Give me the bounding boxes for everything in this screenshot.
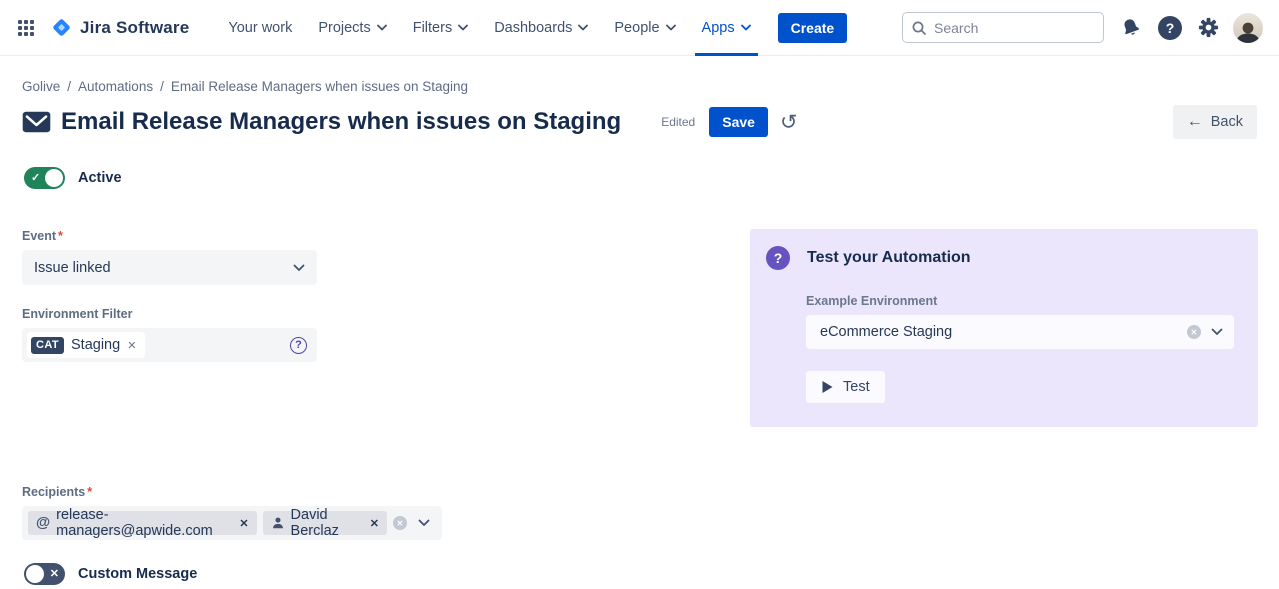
custom-message-row: ✕ Custom Message: [0, 563, 1279, 585]
content-row: Event* Issue linked Environment Filter C…: [0, 229, 1279, 427]
breadcrumb: Golive / Automations / Email Release Man…: [0, 79, 1279, 94]
remove-chip-icon[interactable]: ✕: [370, 517, 379, 530]
brand-name: Jira Software: [80, 18, 189, 38]
remove-chip-icon[interactable]: ✕: [239, 517, 248, 530]
at-icon: @: [36, 515, 50, 531]
example-environment-value: eCommerce Staging: [820, 324, 952, 340]
event-label: Event*: [22, 229, 317, 243]
chevron-down-icon: [458, 24, 468, 31]
search-box: [902, 12, 1104, 43]
required-asterisk: *: [58, 229, 63, 243]
jira-brand-link[interactable]: Jira Software: [50, 16, 189, 39]
recipients-field[interactable]: @ release-managers@apwide.com ✕ David Be…: [22, 506, 442, 540]
recipient-chip-user: David Berclaz ✕: [263, 511, 387, 535]
bell-icon: [1119, 16, 1143, 40]
settings-button[interactable]: [1197, 16, 1220, 39]
breadcrumb-separator: /: [67, 79, 71, 94]
environment-filter-field[interactable]: CAT Staging ✕ ?: [22, 328, 317, 362]
chevron-down-icon: [377, 24, 387, 31]
chevron-down-icon: [741, 24, 751, 31]
event-select[interactable]: Issue linked: [22, 250, 317, 285]
help-icon[interactable]: ?: [290, 337, 307, 354]
required-asterisk: *: [87, 485, 92, 499]
search-input[interactable]: [934, 20, 1095, 36]
nav-item-people[interactable]: People: [601, 0, 688, 56]
question-circle-icon: ?: [766, 246, 790, 270]
title-row: Email Release Managers when issues on St…: [0, 105, 1279, 139]
breadcrumb-current: Email Release Managers when issues on St…: [171, 79, 468, 94]
chevron-down-icon: [418, 519, 430, 527]
create-button[interactable]: Create: [778, 13, 848, 43]
custom-message-label: Custom Message: [78, 566, 197, 582]
app-switcher-icon: [18, 20, 34, 36]
nav-item-filters[interactable]: Filters: [400, 0, 481, 56]
app-switcher-button[interactable]: [18, 20, 34, 36]
recipient-chip-email: @ release-managers@apwide.com ✕: [28, 511, 257, 535]
active-toggle-row: ✓ Active: [0, 167, 1279, 189]
chevron-down-icon: [666, 24, 676, 31]
back-button[interactable]: ← Back: [1173, 105, 1257, 139]
user-avatar[interactable]: [1233, 13, 1263, 43]
back-arrow-icon: ←: [1187, 113, 1203, 131]
breadcrumb-automations[interactable]: Automations: [78, 79, 153, 94]
recipients-group: Recipients* @ release-managers@apwide.co…: [0, 485, 1279, 540]
active-toggle-label: Active: [78, 170, 122, 186]
active-toggle[interactable]: ✓: [24, 167, 65, 189]
question-icon: ?: [1158, 16, 1182, 40]
check-icon: ✓: [31, 171, 40, 184]
environment-filter-label: Environment Filter: [22, 307, 317, 321]
clear-selection-icon[interactable]: ✕: [1187, 325, 1201, 339]
play-icon: [821, 380, 834, 394]
automation-editor-page: Jira Software Your work Projects Filters…: [0, 0, 1279, 589]
help-button[interactable]: ?: [1158, 16, 1182, 40]
cross-icon: ✕: [50, 567, 59, 580]
nav-item-dashboards[interactable]: Dashboards: [481, 0, 601, 56]
test-panel-body: Example Environment eCommerce Staging ✕ …: [806, 294, 1234, 403]
trigger-form: Event* Issue linked Environment Filter C…: [22, 229, 317, 362]
recipients-label: Recipients*: [22, 485, 1279, 499]
test-panel-title: Test your Automation: [807, 249, 971, 267]
page-title: Email Release Managers when issues on St…: [61, 108, 621, 136]
save-button[interactable]: Save: [709, 107, 768, 137]
example-environment-label: Example Environment: [806, 294, 1234, 308]
breadcrumb-golive[interactable]: Golive: [22, 79, 60, 94]
test-button[interactable]: Test: [806, 371, 885, 403]
chevron-down-icon: [293, 264, 305, 272]
email-envelope-icon: [22, 110, 51, 134]
top-navigation: Jira Software Your work Projects Filters…: [0, 0, 1279, 56]
person-icon: [271, 516, 285, 530]
undo-button[interactable]: ↺: [780, 112, 798, 133]
toggle-knob: [45, 169, 63, 187]
environment-chip: CAT Staging ✕: [27, 332, 145, 358]
chevron-down-icon: [578, 24, 588, 31]
custom-message-toggle[interactable]: ✕: [24, 563, 65, 585]
breadcrumb-separator: /: [160, 79, 164, 94]
environment-filter-group: Environment Filter CAT Staging ✕ ?: [22, 307, 317, 362]
nav-item-apps[interactable]: Apps: [689, 0, 764, 56]
undo-icon: ↺: [780, 111, 798, 134]
event-value: Issue linked: [34, 260, 111, 276]
jira-logo-icon: [50, 16, 73, 39]
remove-chip-icon[interactable]: ✕: [127, 339, 136, 352]
clear-all-icon[interactable]: ✕: [393, 516, 407, 530]
event-group: Event* Issue linked: [22, 229, 317, 285]
toggle-knob: [26, 565, 44, 583]
example-environment-select[interactable]: eCommerce Staging ✕: [806, 315, 1234, 349]
nav-item-projects[interactable]: Projects: [305, 0, 399, 56]
chevron-down-icon: [1211, 328, 1223, 336]
notifications-button[interactable]: [1119, 16, 1143, 40]
edited-status: Edited: [661, 115, 695, 129]
nav-item-your-work[interactable]: Your work: [215, 0, 305, 56]
category-badge: CAT: [31, 337, 64, 354]
gear-icon: [1197, 16, 1220, 39]
test-automation-panel: ? Test your Automation Example Environme…: [750, 229, 1258, 427]
search-icon: [911, 20, 927, 36]
test-panel-header: ? Test your Automation: [766, 246, 1234, 270]
primary-nav: Your work Projects Filters Dashboards Pe…: [215, 0, 763, 56]
